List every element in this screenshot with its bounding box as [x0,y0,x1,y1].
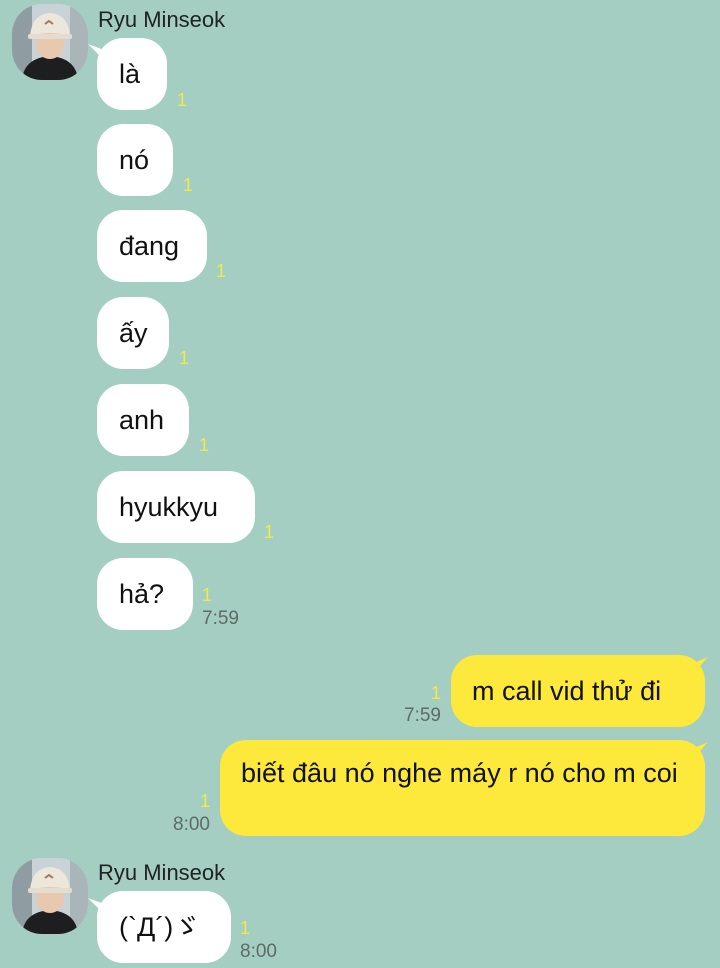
message-text: là [119,59,141,89]
message-text: ấy [119,318,148,348]
message-time: 7:59 [202,608,239,629]
message-text: biết đâu nó nghe máy r nó cho m coi [241,758,678,788]
avatar-ryu-minseok[interactable] [12,858,88,934]
message-time: 8:00 [240,941,277,962]
bubble-tail [694,657,708,673]
message-bubble[interactable]: (`Д´)ゞ [97,891,231,963]
message-bubble[interactable]: nó [97,124,173,196]
unread-count: 1 [240,918,251,938]
unread-count: 1 [264,522,275,542]
bubble-tail [694,742,708,758]
unread-count: 1 [183,175,194,195]
unread-count: 1 [199,435,210,455]
message-bubble[interactable]: là [97,38,167,110]
message-bubble[interactable]: hyukkyu [97,471,255,543]
message-text: m call vid thử đi [472,676,662,706]
unread-count: 1 [431,683,442,703]
unread-count: 1 [200,791,211,811]
message-text: hả? [119,579,165,609]
message-bubble[interactable]: đang [97,210,207,282]
unread-count: 1 [202,585,213,605]
message-bubble[interactable]: biết đâu nó nghe máy r nó cho m coi [220,740,705,836]
unread-count: 1 [179,348,190,368]
message-text: hyukkyu [119,492,219,522]
sender-name: Ryu Minseok [98,7,226,32]
message-text: đang [119,231,180,261]
unread-count: 1 [216,261,227,281]
avatar-photo [12,4,88,80]
message-time: 8:00 [173,814,210,835]
avatar-photo [12,858,88,934]
message-text: nó [119,145,150,175]
message-text: (`Д´)ゞ [119,912,201,942]
unread-count: 1 [177,90,188,110]
message-bubble[interactable]: ấy [97,297,169,369]
message-time: 7:59 [404,705,441,726]
message-text: anh [119,405,165,435]
message-bubble[interactable]: hả? [97,558,193,630]
message-bubble[interactable]: anh [97,384,189,456]
message-bubble[interactable]: m call vid thử đi [451,655,705,727]
sender-name: Ryu Minseok [98,860,226,885]
avatar-ryu-minseok[interactable] [12,4,88,80]
